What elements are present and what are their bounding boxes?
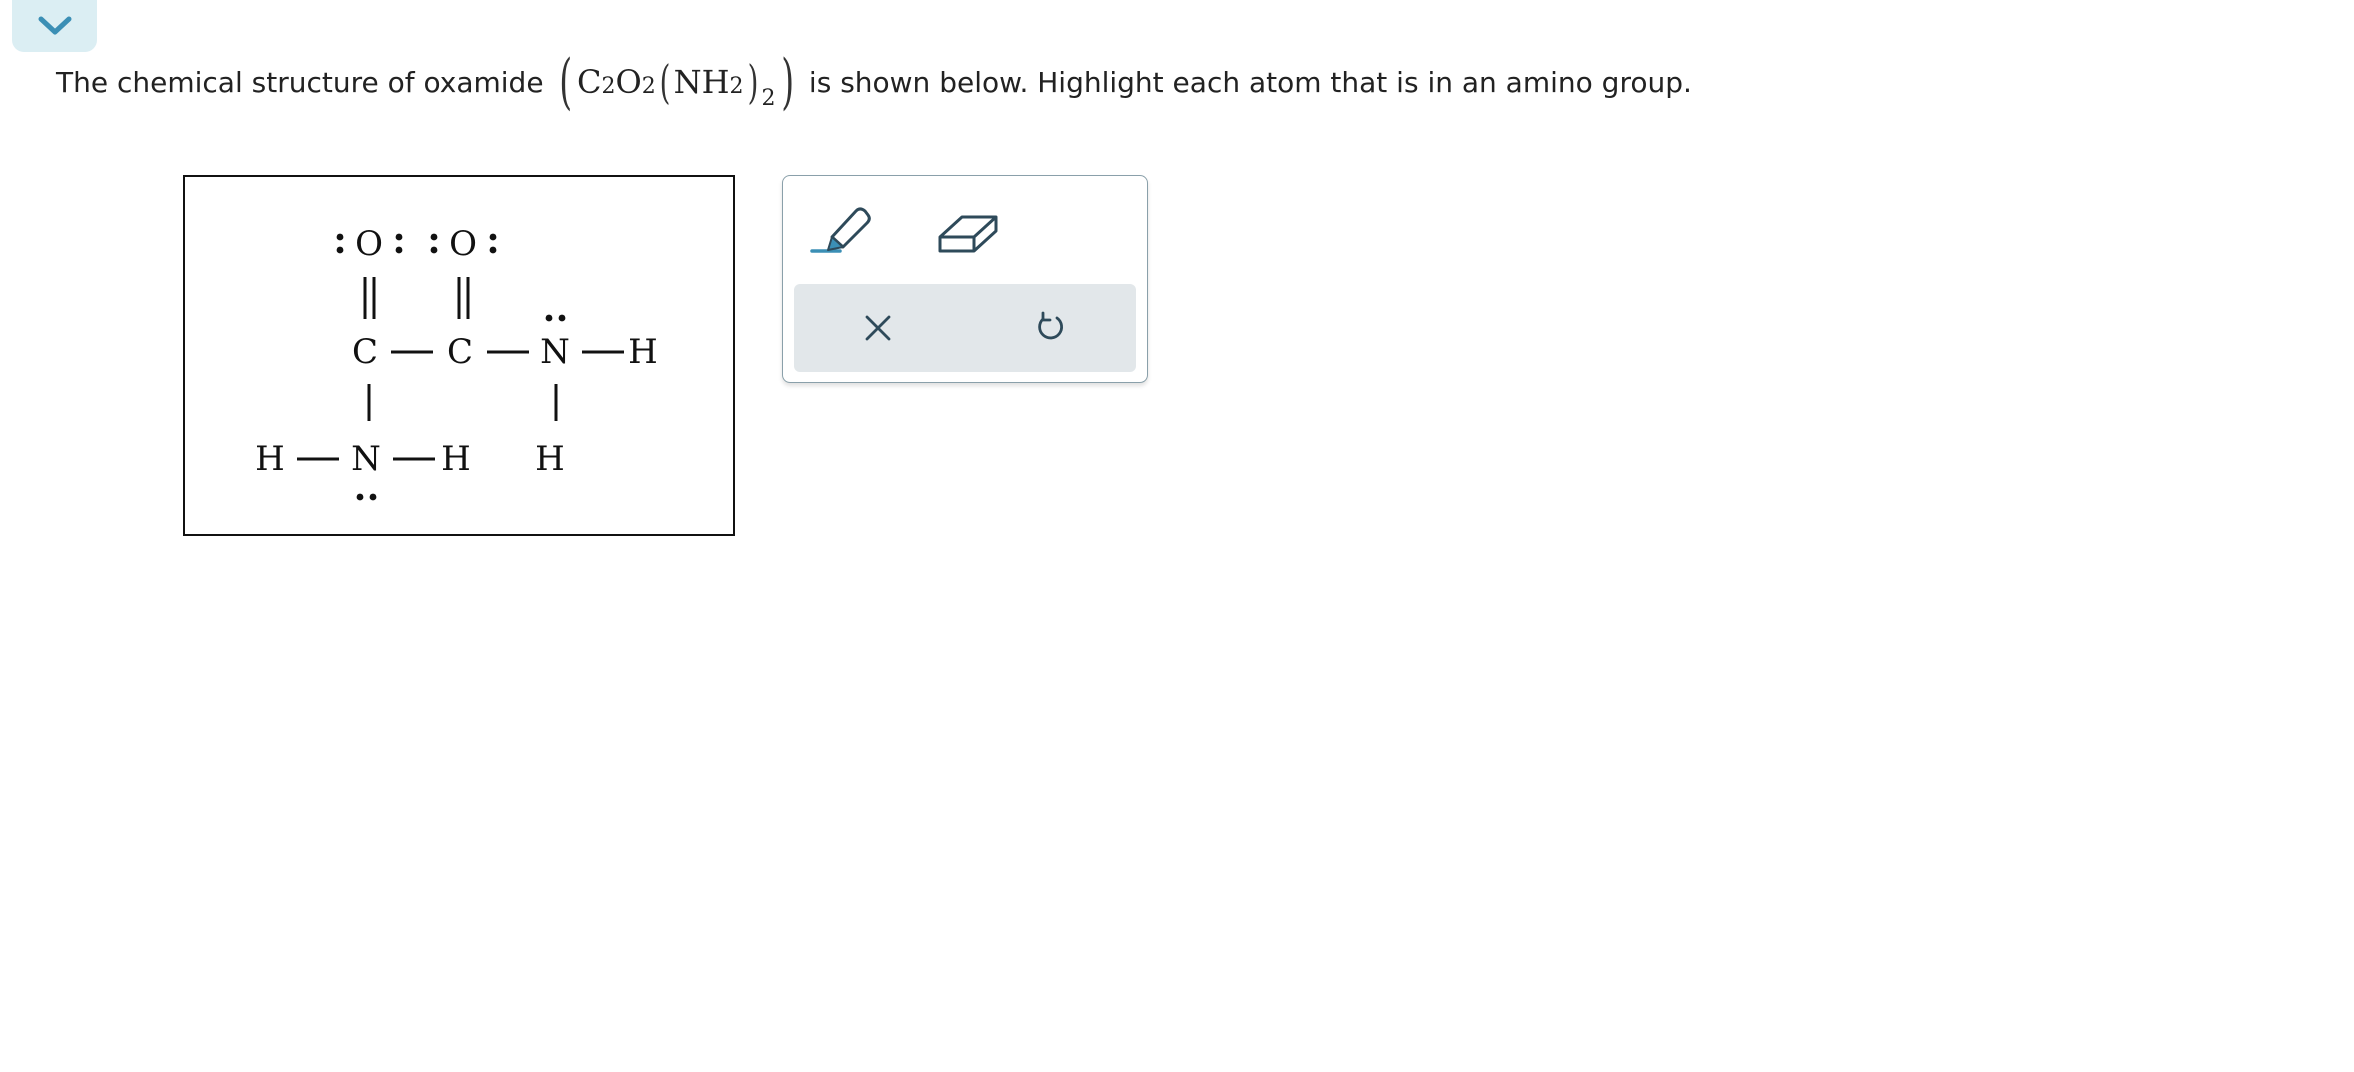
question-text-before: The chemical structure of oxamide: [56, 65, 544, 99]
atom-h-n-left-end[interactable]: H: [441, 442, 471, 476]
atom-n-right[interactable]: N: [540, 335, 570, 369]
question-prompt: The chemical structure of oxamide ( C2 O…: [56, 52, 1692, 112]
oxamide-formula: ( C2 O2 ( NH 2 ) 2 ): [558, 47, 794, 117]
undo-icon: [1038, 311, 1063, 340]
lone-pair-dot: [430, 233, 438, 241]
question-text-after: is shown below. Highlight each atom that…: [808, 65, 1692, 99]
lone-pair-dot: [336, 233, 344, 241]
action-bar: [794, 284, 1136, 372]
lone-pair-dot: [395, 233, 403, 241]
undo-button[interactable]: [1015, 293, 1085, 363]
clear-x-icon: [865, 315, 891, 341]
atom-c-left[interactable]: C: [352, 335, 378, 369]
lone-pair-dot: [558, 314, 566, 322]
lone-pair-dot: [336, 246, 344, 254]
lone-pair-dot: [489, 246, 497, 254]
atom-o-right[interactable]: O: [449, 227, 477, 261]
atom-h-n-right-end[interactable]: H: [628, 335, 658, 369]
pencil-highlight-icon: [810, 207, 871, 253]
collapse-toggle-button[interactable]: [12, 0, 97, 52]
lewis-structure-canvas[interactable]: O O C C N H H H N H: [183, 175, 735, 536]
lone-pair-dot: [369, 493, 377, 501]
atom-o-left[interactable]: O: [355, 227, 383, 261]
highlight-tool-button[interactable]: [808, 194, 878, 264]
atom-n-left[interactable]: N: [351, 442, 381, 476]
atom-c-right[interactable]: C: [447, 335, 473, 369]
lone-pair-dot: [430, 246, 438, 254]
atom-h-n-left-start[interactable]: H: [255, 442, 285, 476]
highlight-toolbar: [782, 175, 1148, 383]
chevron-down-icon: [38, 16, 71, 35]
eraser-icon: [938, 215, 998, 253]
lone-pair-dot: [356, 493, 364, 501]
eraser-tool-button[interactable]: [933, 196, 1003, 266]
lone-pair-dot: [489, 233, 497, 241]
clear-button[interactable]: [843, 293, 913, 363]
atom-h-n-right-below[interactable]: H: [535, 442, 565, 476]
lone-pair-dot: [545, 314, 553, 322]
lone-pair-dot: [395, 246, 403, 254]
